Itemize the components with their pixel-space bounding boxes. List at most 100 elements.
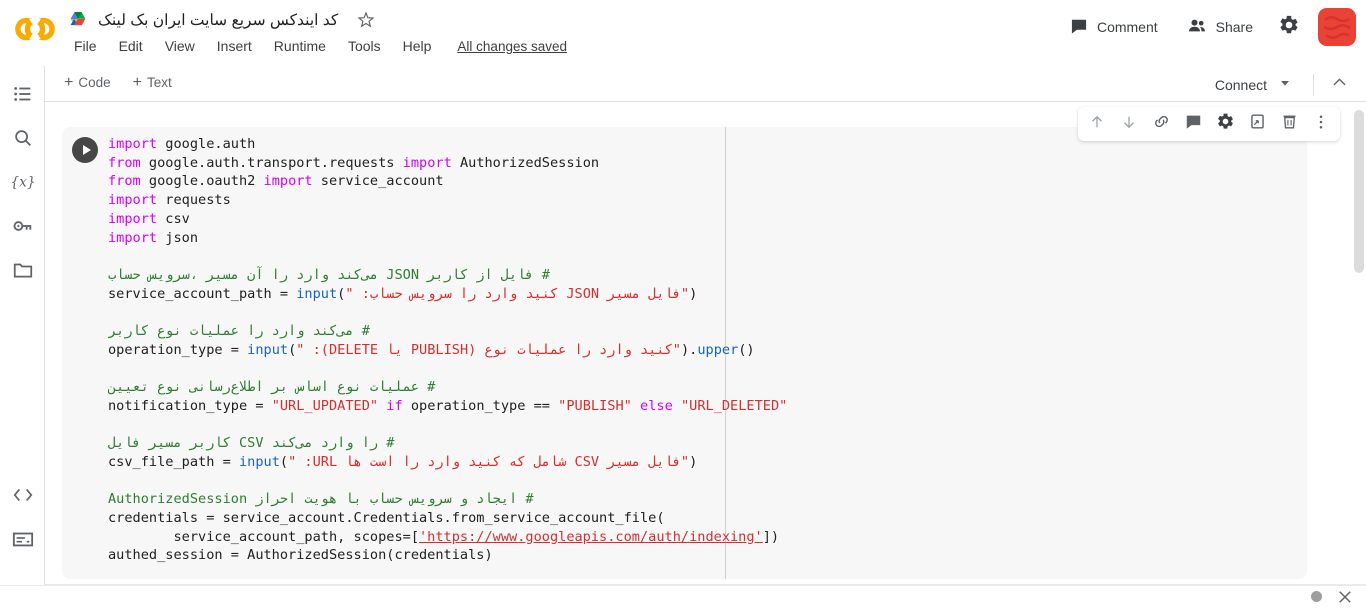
sidebar-item-search[interactable] xyxy=(0,118,45,162)
star-icon[interactable] xyxy=(356,10,376,30)
code-snippets-icon xyxy=(11,484,35,511)
variables-icon: {x} xyxy=(11,171,35,198)
menu-insert[interactable]: Insert xyxy=(213,36,256,56)
code-line-import-google-auth: import google.auth xyxy=(108,136,255,152)
code-line-operation-type: operation_type = input("کنید وارد را عمل… xyxy=(108,342,755,358)
add-cell-buttons: + Code + Text xyxy=(56,72,180,93)
sidebar-bottom-group xyxy=(0,475,45,563)
menu-edit[interactable]: Edit xyxy=(115,36,147,56)
code-line-from-transport-requests: from google.auth.transport.requests impo… xyxy=(108,155,599,171)
code-line-credentials: credentials = service_account.Credential… xyxy=(108,510,665,526)
code-editor[interactable]: import google.auth from google.auth.tran… xyxy=(108,127,1307,579)
code-cell[interactable]: import google.auth from google.auth.tran… xyxy=(62,127,1307,579)
comment-button[interactable]: Comment xyxy=(1058,9,1169,46)
link-icon xyxy=(1152,112,1171,136)
code-line-authed-session: authed_session = AuthorizedSession(crede… xyxy=(108,547,493,563)
sidebar-item-terminal[interactable] xyxy=(0,519,45,563)
sidebar-item-variables[interactable]: {x} xyxy=(0,162,45,206)
code-line-import-json: import json xyxy=(108,230,198,246)
bottom-status-bar xyxy=(0,585,1366,607)
svg-text:{x}: {x} xyxy=(11,174,35,190)
share-button[interactable]: Share xyxy=(1175,9,1264,46)
sidebar-top-group: {x} xyxy=(0,74,45,294)
header-actions: Comment Share xyxy=(1058,8,1356,46)
colab-logo[interactable] xyxy=(14,14,56,44)
code-line-comment-operation-type: # می‌کند وارد را عملیات نوع کاربر xyxy=(108,323,370,339)
menu-tools[interactable]: Tools xyxy=(344,36,385,56)
idle-status-dot xyxy=(1311,591,1322,602)
play-icon xyxy=(83,145,91,155)
cell-settings-button[interactable] xyxy=(1210,110,1240,138)
delete-cell-button[interactable] xyxy=(1274,110,1304,138)
share-people-icon xyxy=(1186,16,1208,39)
avatar[interactable] xyxy=(1318,8,1356,46)
app-header: کد ایندکس سریع سایت ایران بک لینک File E… xyxy=(0,0,1366,66)
code-line-notification-type: notification_type = "URL_UPDATED" if ope… xyxy=(108,398,787,414)
settings-button[interactable] xyxy=(1270,8,1308,46)
gear-icon xyxy=(1278,14,1300,41)
secrets-key-icon xyxy=(12,215,34,242)
terminal-icon xyxy=(11,528,35,555)
vertical-scrollbar-track[interactable] xyxy=(1352,102,1366,585)
close-button[interactable] xyxy=(1336,588,1354,606)
comment-icon xyxy=(1184,112,1203,136)
add-code-label: Code xyxy=(78,75,110,90)
search-icon xyxy=(12,127,34,154)
connect-label: Connect xyxy=(1215,77,1267,93)
menu-help[interactable]: Help xyxy=(399,36,436,56)
connect-button[interactable]: Connect xyxy=(1205,70,1303,99)
move-cell-down-icon xyxy=(1120,113,1138,136)
sidebar-item-code-snippets[interactable] xyxy=(0,475,45,519)
notebook-toolbar: + Code + Text Connect xyxy=(0,66,1366,102)
chevron-down-icon xyxy=(1277,75,1293,94)
code-line-comment-csv-path: # را وارد می‌کند CSV کاربر مسیر فایل xyxy=(108,435,394,451)
code-line-csv-file-path: csv_file_path = input("فایل مسیر CSV شام… xyxy=(108,454,697,470)
files-folder-icon xyxy=(12,259,34,286)
add-comment-button[interactable] xyxy=(1178,110,1208,138)
add-text-label: Text xyxy=(147,75,172,90)
comment-label: Comment xyxy=(1097,19,1158,35)
sidebar-item-table-of-contents[interactable] xyxy=(0,74,45,118)
cell-run-gutter xyxy=(62,127,108,579)
toolbar-divider xyxy=(1313,74,1314,96)
menu-runtime[interactable]: Runtime xyxy=(270,36,330,56)
run-cell-button[interactable] xyxy=(72,137,98,163)
menu-bar: File Edit View Insert Runtime Tools Help… xyxy=(70,36,567,56)
code-line-comment-service-account: # فایل از کاربر JSON می‌کند وارد را آن م… xyxy=(108,267,550,283)
connect-area: Connect xyxy=(1205,70,1354,99)
document-title[interactable]: کد ایندکس سریع سایت ایران بک لینک xyxy=(98,11,338,30)
mirror-cell-button[interactable] xyxy=(1242,110,1272,138)
collapse-toolbar-button[interactable] xyxy=(1324,71,1354,99)
vertical-scrollbar-thumb[interactable] xyxy=(1354,110,1364,273)
code-content[interactable]: import google.auth from google.auth.tran… xyxy=(108,135,1307,565)
add-text-cell-button[interactable]: + Text xyxy=(125,72,180,93)
menu-view[interactable]: View xyxy=(161,36,199,56)
plus-icon: + xyxy=(64,76,73,90)
link-to-cell-button[interactable] xyxy=(1146,110,1176,138)
all-changes-saved-link[interactable]: All changes saved xyxy=(457,39,567,54)
move-cell-down-button[interactable] xyxy=(1114,110,1144,138)
delete-trash-icon xyxy=(1280,112,1299,136)
cell-action-toolbar xyxy=(1078,107,1340,141)
notebook-area: import google.auth from google.auth.tran… xyxy=(45,102,1366,585)
chevron-up-icon xyxy=(1330,73,1349,97)
mirror-cell-icon xyxy=(1248,112,1267,136)
drive-icon[interactable] xyxy=(68,11,88,29)
menu-file[interactable]: File xyxy=(70,36,101,56)
share-label: Share xyxy=(1216,19,1253,35)
plus-icon: + xyxy=(133,76,142,90)
move-cell-up-button[interactable] xyxy=(1082,110,1112,138)
code-line-comment-notification-type: # عملیات نوع اساس بر اطلاع‌رسانی نوع تعی… xyxy=(108,379,435,395)
sidebar-item-secrets[interactable] xyxy=(0,206,45,250)
code-line-import-requests: import requests xyxy=(108,192,231,208)
document-title-row: کد ایندکس سریع سایت ایران بک لینک xyxy=(68,10,376,30)
left-sidebar: {x} xyxy=(0,66,45,585)
sidebar-item-files[interactable] xyxy=(0,250,45,294)
comment-icon xyxy=(1069,16,1089,39)
code-line-scopes: service_account_path, scopes=['https://w… xyxy=(108,529,779,545)
table-of-contents-icon xyxy=(12,83,34,110)
more-cell-options-button[interactable] xyxy=(1306,110,1336,138)
cell-settings-gear-icon xyxy=(1216,112,1235,136)
code-line-service-account-path: service_account_path = input("فایل مسیر … xyxy=(108,286,697,302)
add-code-cell-button[interactable]: + Code xyxy=(56,72,119,93)
